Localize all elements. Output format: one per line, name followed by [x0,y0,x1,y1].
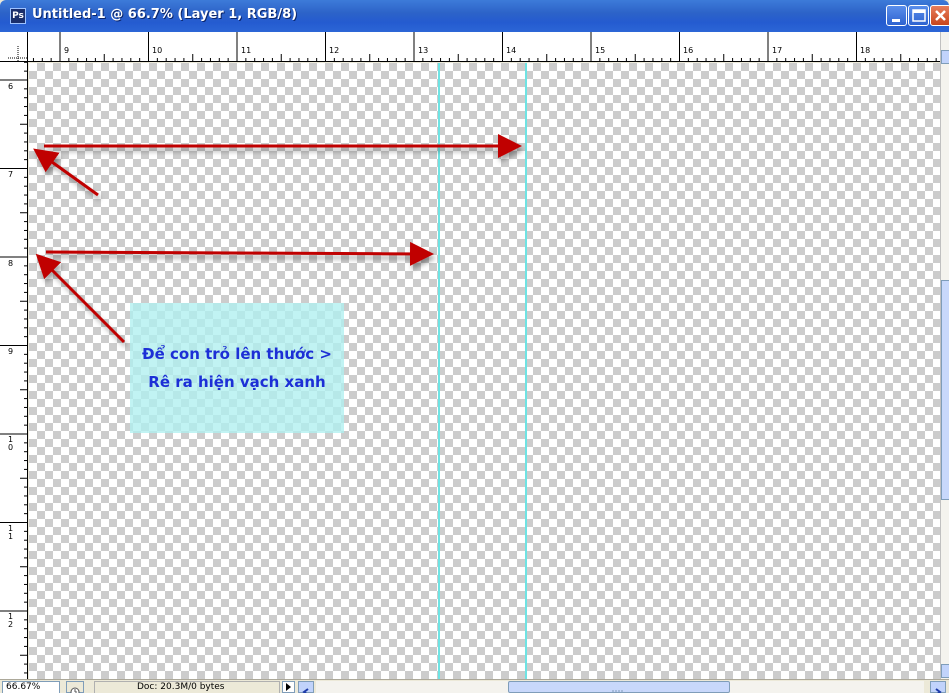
instruction-note-text: Để con trỏ lên thước > Rê ra hiện vạch x… [142,345,332,391]
scroll-left-button[interactable] [298,681,314,693]
photoshop-app-icon[interactable]: Ps [10,8,26,24]
ruler-label: 14 [506,46,517,55]
document-size-info: Doc: 20.3M/0 bytes [94,681,280,693]
status-bar: 66.67% Doc: 20.3M/0 bytes [0,679,949,693]
ruler-label: 11 [8,524,14,541]
horizontal-ruler[interactable]: 9 10 11 12 13 14 15 16 17 18 [0,32,940,62]
ruler-label: 9 [64,46,70,55]
zoom-level-field[interactable]: 66.67% [2,681,60,693]
document-info-icon [70,687,80,693]
ruler-label: 13 [418,46,429,55]
window-title: Untitled-1 @ 66.7% (Layer 1, RGB/8) [32,7,298,22]
ruler-origin-corner[interactable] [0,32,28,62]
close-icon [935,10,946,21]
ruler-label: 12 [8,612,14,629]
vertical-guide-line[interactable] [525,63,527,679]
ruler-label: 7 [8,170,14,179]
ruler-label: 15 [595,46,606,55]
title-bar[interactable]: Ps Untitled-1 @ 66.7% (Layer 1, RGB/8) [0,0,949,32]
document-canvas[interactable]: Để con trỏ lên thước > Rê ra hiện vạch x… [29,63,940,679]
scroll-right-button[interactable] [930,681,946,693]
vertical-scroll-thumb[interactable] [941,280,949,500]
close-button[interactable] [930,5,949,26]
ruler-label: 17 [772,46,783,55]
vertical-ruler[interactable]: 6 7 8 9 10 11 12 [0,62,28,679]
ruler-label: 11 [241,46,252,55]
instruction-note: Để con trỏ lên thước > Rê ra hiện vạch x… [130,303,344,433]
status-info-button[interactable] [66,681,84,693]
chevron-right-icon [935,688,942,693]
ruler-label: 18 [860,46,871,55]
chevron-left-icon [302,688,309,693]
maximize-icon [912,9,926,22]
scroll-up-button[interactable] [941,50,949,64]
ruler-label: 10 [152,46,163,55]
vertical-guide-line[interactable] [438,63,440,679]
minimize-icon [892,19,900,22]
ruler-label: 8 [8,259,14,268]
ruler-label: 12 [329,46,340,55]
status-menu-button[interactable] [282,681,295,693]
grip-icon [612,690,623,693]
maximize-button[interactable] [908,5,929,26]
ruler-label: 9 [8,347,14,356]
ruler-label: 10 [8,435,14,452]
play-arrow-icon [286,683,291,691]
document-window: Ps Untitled-1 @ 66.7% (Layer 1, RGB/8) 9… [0,0,949,693]
ruler-label: 16 [683,46,694,55]
ruler-label: 6 [8,82,14,91]
minimize-button[interactable] [886,5,907,26]
scroll-down-button[interactable] [941,664,949,678]
horizontal-scroll-thumb[interactable] [508,681,730,693]
vertical-scrollbar[interactable] [940,32,949,679]
